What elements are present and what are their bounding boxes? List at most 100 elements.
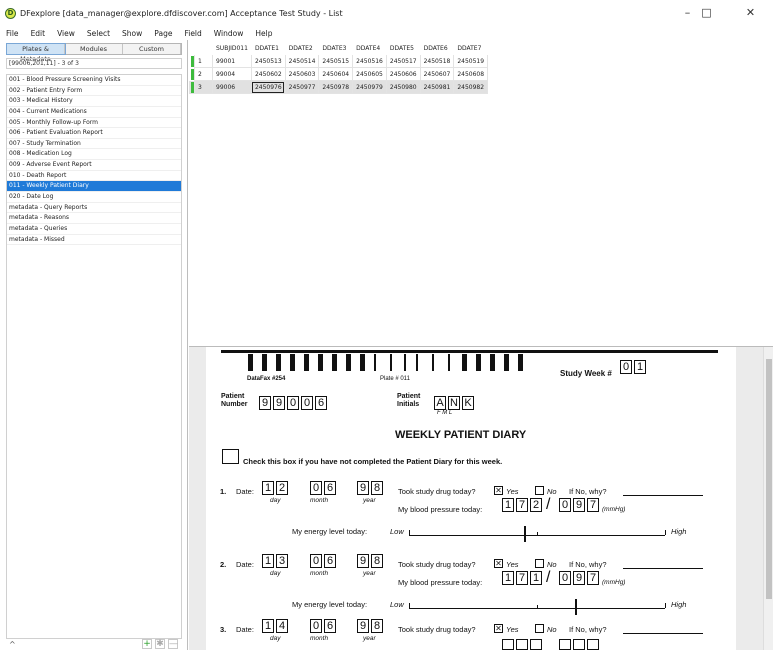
year-digit: 9 (357, 481, 369, 495)
table-row[interactable]: 1 99001 2450513 2450514 2450515 2450516 245051… (189, 54, 489, 68)
week-digit: 1 (634, 360, 646, 374)
close-button[interactable]: ✕ (728, 3, 773, 23)
table-cell[interactable]: 2450515 (318, 54, 354, 68)
table-cell[interactable]: 2450517 (385, 54, 421, 68)
plate-item[interactable]: 006 - Patient Evaluation Report (7, 128, 181, 139)
plate-item[interactable]: metadata - Queries (7, 224, 181, 235)
menu-select[interactable]: Select (81, 29, 116, 38)
menu-field[interactable]: Field (178, 29, 207, 38)
menu-window[interactable]: Window (208, 29, 250, 38)
column-header[interactable]: DDATE7 (453, 41, 489, 55)
yes-checkbox[interactable]: ✕ (494, 624, 503, 633)
table-cell[interactable]: 2450979 (352, 80, 387, 94)
plate-item[interactable]: metadata - Reasons (7, 213, 181, 224)
plate-item[interactable]: 004 - Current Medications (7, 107, 181, 118)
yes-checkbox[interactable]: ✕ (494, 559, 503, 568)
bp-slash: / (546, 569, 551, 586)
table-cell[interactable]: 2450519 (453, 54, 489, 68)
plate-item[interactable]: 009 - Adverse Event Report (7, 160, 181, 171)
table-row[interactable]: 3 99006 2450976 2450977 2450978 2450979 245098… (189, 80, 489, 94)
not-completed-checkbox[interactable] (222, 449, 239, 464)
table-cell[interactable]: 2450977 (284, 80, 320, 94)
energy-label: My energy level today: (292, 527, 368, 536)
table-cell[interactable]: 2450605 (352, 67, 387, 81)
menu-show[interactable]: Show (116, 29, 148, 38)
table-cell[interactable]: 2450518 (419, 54, 455, 68)
table-cell[interactable]: 99004 (212, 67, 252, 81)
day-label: day (270, 570, 281, 577)
month-digit: 0 (310, 619, 322, 633)
entry-number: 1. (220, 487, 227, 496)
column-header[interactable]: SUBJID011 (212, 41, 252, 55)
sidebar-footer: ^ + ✱ — (6, 638, 182, 650)
table-cell[interactable]: 2450602 (250, 67, 286, 81)
table-cell[interactable]: 2450978 (318, 80, 354, 94)
column-header[interactable]: DDATE2 (284, 41, 320, 55)
column-header[interactable]: DDATE6 (419, 41, 455, 55)
menu-edit[interactable]: Edit (25, 29, 52, 38)
tab-modules[interactable]: Modules (65, 44, 123, 54)
day-digit: 1 (262, 619, 274, 633)
scrollbar-thumb[interactable] (766, 359, 772, 599)
day-digit: 2 (276, 481, 288, 495)
column-header[interactable]: DDATE1 (250, 41, 286, 55)
menu-help[interactable]: Help (249, 29, 278, 38)
no-checkbox[interactable] (535, 624, 544, 633)
bp-digit-partial (587, 639, 599, 650)
plate-item[interactable]: metadata - Missed (7, 235, 181, 246)
yes-checkbox[interactable]: ✕ (494, 486, 503, 495)
column-header[interactable]: DDATE3 (318, 41, 354, 55)
star-button[interactable]: ✱ (155, 639, 165, 649)
no-checkbox[interactable] (535, 559, 544, 568)
table-cell[interactable]: 2450976 (250, 80, 286, 94)
table-cell[interactable]: 2450981 (419, 80, 455, 94)
no-checkbox[interactable] (535, 486, 544, 495)
table-cell[interactable]: 2450607 (419, 67, 455, 81)
column-header[interactable]: DDATE5 (385, 41, 421, 55)
menu-view[interactable]: View (51, 29, 81, 38)
yes-label: Yes (506, 560, 519, 569)
table-cell[interactable]: 2450513 (250, 54, 286, 68)
plate-item[interactable]: 010 - Death Report (7, 171, 181, 182)
table-cell[interactable]: 2450514 (284, 54, 320, 68)
day-label: day (270, 635, 281, 642)
tab-plates-metadata[interactable]: Plates & Metadata (6, 43, 66, 63)
month-digit: 6 (324, 481, 336, 495)
add-button[interactable]: + (142, 639, 152, 649)
energy-scale-mid (537, 532, 538, 535)
plate-item[interactable]: 001 - Blood Pressure Screening Visits (7, 75, 181, 86)
plate-item[interactable]: metadata - Query Reports (7, 203, 181, 214)
menu-file[interactable]: File (0, 29, 25, 38)
bp-digit-partial (573, 639, 585, 650)
energy-scale (409, 608, 665, 609)
menu-page[interactable]: Page (148, 29, 178, 38)
plate-item[interactable]: 008 - Medication Log (7, 149, 181, 161)
plate-item[interactable]: 002 - Patient Entry Form (7, 86, 181, 97)
energy-marker (575, 599, 577, 615)
plate-item[interactable]: 007 - Study Termination (7, 139, 181, 150)
table-cell[interactable]: 2450606 (385, 67, 421, 81)
table-cell[interactable]: 2450604 (318, 67, 354, 81)
plate-item[interactable]: 011 - Weekly Patient Diary (7, 181, 181, 193)
table-cell[interactable]: 2450603 (284, 67, 320, 81)
plate-item[interactable]: 003 - Medical History (7, 96, 181, 107)
plate-item[interactable]: 020 - Date Log (7, 192, 181, 203)
table-row[interactable]: 2 99004 2450602 2450603 2450604 2450605 245060… (189, 67, 489, 81)
chevron-up-icon[interactable]: ^ (9, 640, 16, 649)
table-cell[interactable]: 2450608 (453, 67, 489, 81)
month-label: month (310, 570, 329, 577)
table-cell[interactable]: 2450980 (385, 80, 421, 94)
table-cell[interactable]: 2450516 (352, 54, 387, 68)
table-cell[interactable]: 99001 (212, 54, 252, 68)
table-cell[interactable]: 2450982 (453, 80, 489, 94)
column-header[interactable]: DDATE4 (352, 41, 387, 55)
table-cell[interactable]: 99006 (212, 80, 252, 94)
form-scrollbar[interactable] (763, 347, 773, 650)
maximize-button[interactable]: □ (684, 3, 729, 23)
remove-button[interactable]: — (168, 639, 178, 649)
if-no-line (623, 568, 703, 569)
energy-label: My energy level today: (292, 600, 368, 609)
tab-custom[interactable]: Custom (123, 44, 181, 54)
plate-item[interactable]: 005 - Monthly Follow-up Form (7, 118, 181, 129)
week-digit: 0 (620, 360, 632, 374)
